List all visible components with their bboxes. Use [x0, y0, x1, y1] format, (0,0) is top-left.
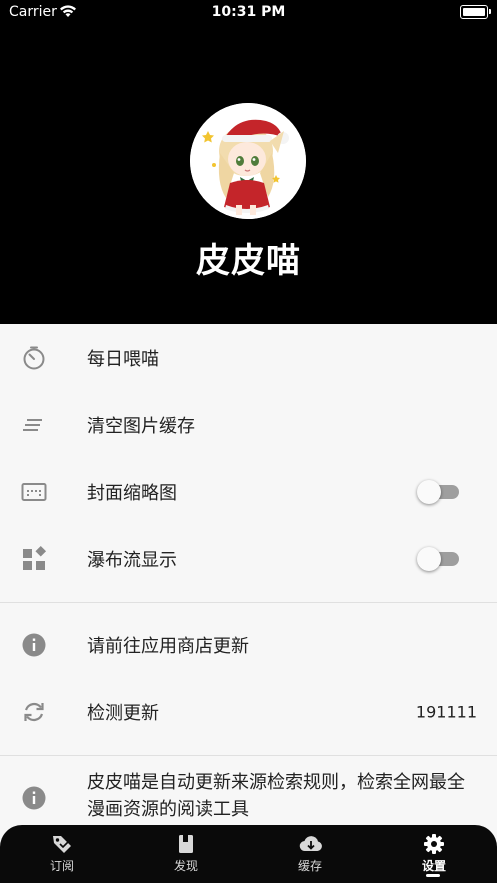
active-tab-indicator	[426, 874, 440, 877]
gear-icon	[423, 833, 445, 855]
divider	[0, 602, 497, 603]
book-icon	[175, 833, 197, 855]
tab-label: 设置	[421, 859, 446, 873]
refresh-icon	[20, 698, 48, 726]
profile-header: 皮皮喵	[0, 26, 497, 324]
avatar-illustration	[190, 103, 306, 219]
app-store-update-label: 请前往应用商店更新	[87, 636, 249, 657]
daily-feed-label: 每日喂喵	[87, 349, 159, 370]
clear-all-icon	[20, 411, 48, 439]
waterfall-item[interactable]: 瀑布流显示	[0, 529, 497, 589]
cover-thumbnail-toggle[interactable]	[417, 480, 461, 504]
tab-cache[interactable]: 缓存	[248, 825, 372, 883]
tab-label: 发现	[173, 859, 198, 873]
cover-thumbnail-label: 封面缩略图	[87, 483, 177, 504]
about-item[interactable]: 皮皮喵是自动更新来源检索规则，检索全网最全漫画资源的阅读工具	[0, 769, 497, 829]
tab-label: 订阅	[49, 859, 74, 873]
tab-label: 缓存	[297, 859, 322, 873]
app-store-update-item[interactable]: 请前往应用商店更新	[0, 615, 497, 675]
waterfall-label: 瀑布流显示	[87, 550, 177, 571]
check-update-item[interactable]: 检测更新 191111	[0, 682, 497, 742]
divider	[0, 755, 497, 756]
waterfall-toggle[interactable]	[417, 547, 461, 571]
clock: 10:31 PM	[211, 4, 286, 20]
tag-icon	[51, 833, 73, 855]
tab-subscribe[interactable]: 订阅	[0, 825, 124, 883]
avatar[interactable]	[190, 103, 306, 219]
tab-discover[interactable]: 发现	[124, 825, 248, 883]
about-description: 皮皮喵是自动更新来源检索规则，检索全网最全漫画资源的阅读工具	[87, 772, 465, 820]
version-value: 191111	[415, 702, 477, 722]
dashboard-icon	[20, 545, 48, 573]
clear-cache-label: 清空图片缓存	[87, 416, 195, 437]
battery-icon	[460, 5, 491, 19]
profile-name: 皮皮喵	[196, 241, 301, 281]
tab-bar: 订阅 发现 缓存 设置	[0, 825, 497, 883]
cover-thumbnail-item[interactable]: 封面缩略图	[0, 462, 497, 522]
daily-feed-item[interactable]: 每日喂喵	[0, 328, 497, 388]
thumbnail-icon	[20, 478, 48, 506]
status-bar: Carrier 10:31 PM	[0, 0, 497, 26]
cloud-download-icon	[299, 833, 322, 855]
check-update-label: 检测更新	[87, 703, 159, 724]
info-icon	[20, 631, 48, 659]
clear-cache-item[interactable]: 清空图片缓存	[0, 395, 497, 455]
info-icon	[20, 784, 48, 812]
timer-icon	[20, 344, 48, 372]
